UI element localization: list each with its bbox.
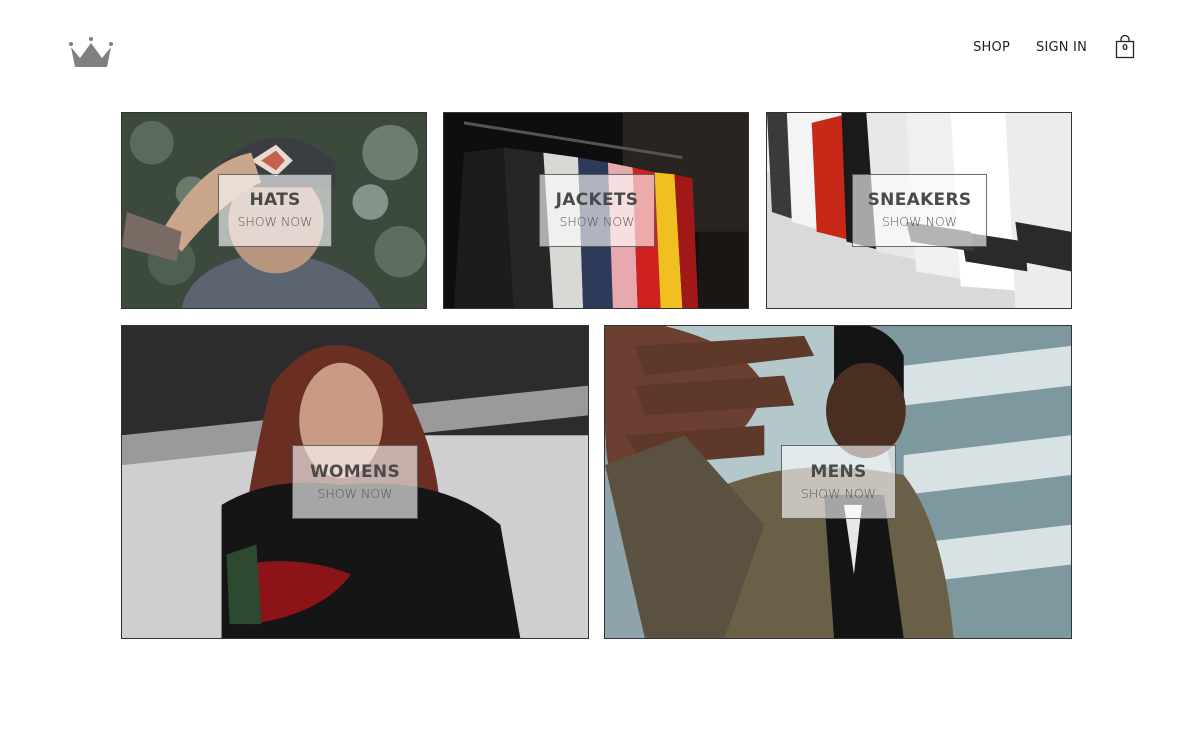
- sneakers-label[interactable]: SNEAKERS SHOW NOW: [852, 174, 987, 247]
- crown-icon[interactable]: [68, 36, 114, 72]
- category-tile-hats[interactable]: HATS SHOW NOW: [121, 112, 427, 309]
- mens-label[interactable]: MENS SHOW NOW: [781, 445, 896, 519]
- sneakers-title: SNEAKERS: [867, 190, 972, 210]
- nav-signin-link[interactable]: SIGN IN: [1036, 40, 1087, 55]
- header: SHOP SIGN IN 0: [0, 0, 1193, 95]
- jackets-title: JACKETS: [555, 190, 639, 210]
- category-tile-mens[interactable]: MENS SHOW NOW: [604, 325, 1072, 639]
- jackets-label[interactable]: JACKETS SHOW NOW: [539, 174, 655, 247]
- nav-shop-link[interactable]: SHOP: [973, 40, 1010, 55]
- womens-label[interactable]: WOMENS SHOW NOW: [292, 445, 418, 519]
- hats-title: HATS: [249, 190, 301, 210]
- mens-shop-now: SHOW NOW: [800, 485, 877, 501]
- womens-title: WOMENS: [310, 461, 401, 482]
- cart-button[interactable]: 0: [1115, 35, 1135, 59]
- category-tile-womens[interactable]: WOMENS SHOW NOW: [121, 325, 589, 639]
- category-tile-sneakers[interactable]: SNEAKERS SHOW NOW: [766, 112, 1072, 309]
- sneakers-shop-now: SHOW NOW: [881, 214, 958, 229]
- womens-shop-now: SHOW NOW: [317, 485, 393, 501]
- nav: SHOP SIGN IN 0: [947, 35, 1135, 59]
- mens-title: MENS: [810, 461, 867, 482]
- hats-shop-now: SHOW NOW: [237, 214, 313, 229]
- jackets-shop-now: SHOW NOW: [559, 214, 635, 229]
- category-tile-jackets[interactable]: JACKETS SHOW NOW: [443, 112, 749, 309]
- hats-label[interactable]: HATS SHOW NOW: [218, 174, 332, 247]
- cart-count: 0: [1122, 43, 1128, 52]
